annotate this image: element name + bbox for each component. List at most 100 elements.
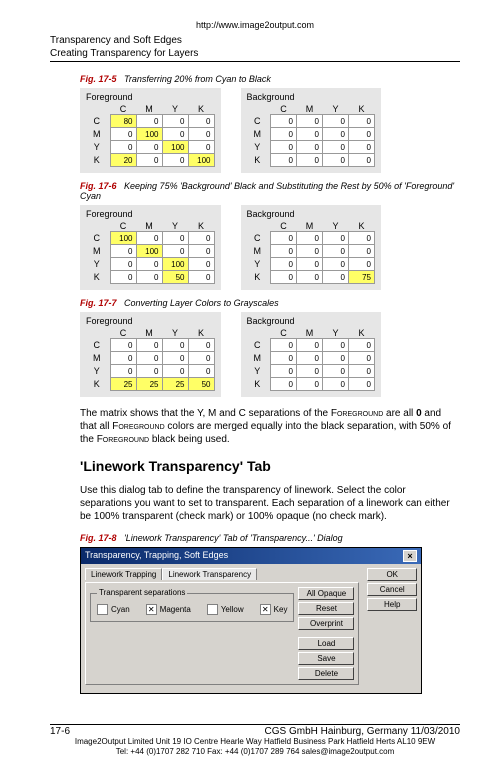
- matrix-cell[interactable]: 0: [323, 365, 349, 378]
- matrix-cell[interactable]: 0: [136, 232, 162, 245]
- matrix-cell[interactable]: 0: [271, 232, 297, 245]
- matrix-cell[interactable]: 0: [188, 258, 214, 271]
- matrix-cell[interactable]: 0: [349, 154, 375, 167]
- matrix-cell[interactable]: 0: [297, 245, 323, 258]
- matrix-cell[interactable]: 0: [297, 271, 323, 284]
- matrix-cell[interactable]: 0: [110, 245, 136, 258]
- matrix-cell[interactable]: 0: [271, 258, 297, 271]
- checkbox-yellow[interactable]: [207, 604, 218, 615]
- matrix-cell[interactable]: 0: [349, 245, 375, 258]
- matrix-cell[interactable]: 0: [136, 352, 162, 365]
- matrix-cell[interactable]: 0: [162, 128, 188, 141]
- matrix-cell[interactable]: 0: [323, 128, 349, 141]
- matrix-cell[interactable]: 50: [188, 378, 214, 391]
- matrix-cell[interactable]: 0: [297, 352, 323, 365]
- matrix-cell[interactable]: 25: [110, 378, 136, 391]
- matrix-cell[interactable]: 0: [271, 365, 297, 378]
- matrix-cell[interactable]: 0: [349, 141, 375, 154]
- matrix-cell[interactable]: 0: [323, 141, 349, 154]
- matrix-cell[interactable]: 0: [271, 154, 297, 167]
- tab-linework-transparency[interactable]: Linework Transparency: [162, 568, 257, 580]
- matrix-cell[interactable]: 0: [271, 128, 297, 141]
- matrix-cell[interactable]: 0: [349, 378, 375, 391]
- matrix-cell[interactable]: 0: [349, 339, 375, 352]
- checkbox-cyan[interactable]: [97, 604, 108, 615]
- matrix-cell[interactable]: 0: [136, 141, 162, 154]
- matrix-cell[interactable]: 0: [297, 339, 323, 352]
- matrix-cell[interactable]: 0: [136, 339, 162, 352]
- button-ok[interactable]: OK: [367, 568, 417, 581]
- matrix-cell[interactable]: 100: [110, 232, 136, 245]
- matrix-cell[interactable]: 0: [271, 271, 297, 284]
- matrix-cell[interactable]: 50: [162, 271, 188, 284]
- matrix-cell[interactable]: 0: [188, 339, 214, 352]
- matrix-cell[interactable]: 0: [349, 115, 375, 128]
- matrix-cell[interactable]: 0: [188, 271, 214, 284]
- matrix-cell[interactable]: 0: [271, 245, 297, 258]
- matrix-cell[interactable]: 0: [323, 339, 349, 352]
- matrix-cell[interactable]: 0: [323, 232, 349, 245]
- matrix-cell[interactable]: 0: [110, 141, 136, 154]
- matrix-cell[interactable]: 0: [188, 365, 214, 378]
- matrix-cell[interactable]: 80: [110, 115, 136, 128]
- button-delete[interactable]: Delete: [298, 667, 354, 680]
- button-help[interactable]: Help: [367, 598, 417, 611]
- matrix-cell[interactable]: 25: [136, 378, 162, 391]
- matrix-cell[interactable]: 0: [188, 245, 214, 258]
- matrix-cell[interactable]: 75: [349, 271, 375, 284]
- matrix-cell[interactable]: 100: [162, 141, 188, 154]
- matrix-cell[interactable]: 0: [349, 352, 375, 365]
- matrix-cell[interactable]: 0: [297, 128, 323, 141]
- button-overprint[interactable]: Overprint: [298, 617, 354, 630]
- checkbox-magenta[interactable]: ✕: [146, 604, 157, 615]
- matrix-cell[interactable]: 0: [271, 378, 297, 391]
- matrix-cell[interactable]: 0: [136, 271, 162, 284]
- matrix-cell[interactable]: 0: [349, 365, 375, 378]
- matrix-cell[interactable]: 0: [136, 115, 162, 128]
- matrix-cell[interactable]: 0: [188, 232, 214, 245]
- matrix-cell[interactable]: 0: [162, 352, 188, 365]
- matrix-cell[interactable]: 0: [297, 258, 323, 271]
- matrix-cell[interactable]: 0: [323, 352, 349, 365]
- matrix-cell[interactable]: 0: [188, 141, 214, 154]
- button-save[interactable]: Save: [298, 652, 354, 665]
- matrix-cell[interactable]: 0: [162, 115, 188, 128]
- matrix-cell[interactable]: 0: [136, 258, 162, 271]
- matrix-cell[interactable]: 0: [297, 232, 323, 245]
- matrix-cell[interactable]: 0: [349, 232, 375, 245]
- matrix-cell[interactable]: 0: [323, 378, 349, 391]
- matrix-cell[interactable]: 0: [110, 339, 136, 352]
- matrix-cell[interactable]: 0: [162, 245, 188, 258]
- matrix-cell[interactable]: 100: [136, 128, 162, 141]
- matrix-cell[interactable]: 0: [323, 271, 349, 284]
- matrix-cell[interactable]: 0: [162, 154, 188, 167]
- matrix-cell[interactable]: 0: [188, 128, 214, 141]
- matrix-cell[interactable]: 20: [110, 154, 136, 167]
- matrix-cell[interactable]: 0: [271, 339, 297, 352]
- matrix-cell[interactable]: 0: [349, 128, 375, 141]
- matrix-cell[interactable]: 0: [323, 115, 349, 128]
- matrix-cell[interactable]: 0: [297, 378, 323, 391]
- matrix-cell[interactable]: 0: [110, 271, 136, 284]
- matrix-cell[interactable]: 0: [188, 352, 214, 365]
- button-load[interactable]: Load: [298, 637, 354, 650]
- matrix-cell[interactable]: 0: [297, 141, 323, 154]
- matrix-cell[interactable]: 100: [136, 245, 162, 258]
- matrix-cell[interactable]: 0: [323, 245, 349, 258]
- matrix-cell[interactable]: 0: [271, 115, 297, 128]
- matrix-cell[interactable]: 0: [297, 115, 323, 128]
- matrix-cell[interactable]: 0: [323, 258, 349, 271]
- matrix-cell[interactable]: 0: [110, 128, 136, 141]
- matrix-cell[interactable]: 100: [188, 154, 214, 167]
- matrix-cell[interactable]: 0: [162, 365, 188, 378]
- matrix-cell[interactable]: 0: [162, 339, 188, 352]
- matrix-cell[interactable]: 0: [271, 352, 297, 365]
- button-cancel[interactable]: Cancel: [367, 583, 417, 596]
- button-all opaque[interactable]: All Opaque: [298, 587, 354, 600]
- matrix-cell[interactable]: 0: [323, 154, 349, 167]
- matrix-cell[interactable]: 0: [297, 154, 323, 167]
- checkbox-key[interactable]: ✕: [260, 604, 271, 615]
- matrix-cell[interactable]: 0: [110, 365, 136, 378]
- tab-linework-trapping[interactable]: Linework Trapping: [85, 568, 162, 580]
- matrix-cell[interactable]: 100: [162, 258, 188, 271]
